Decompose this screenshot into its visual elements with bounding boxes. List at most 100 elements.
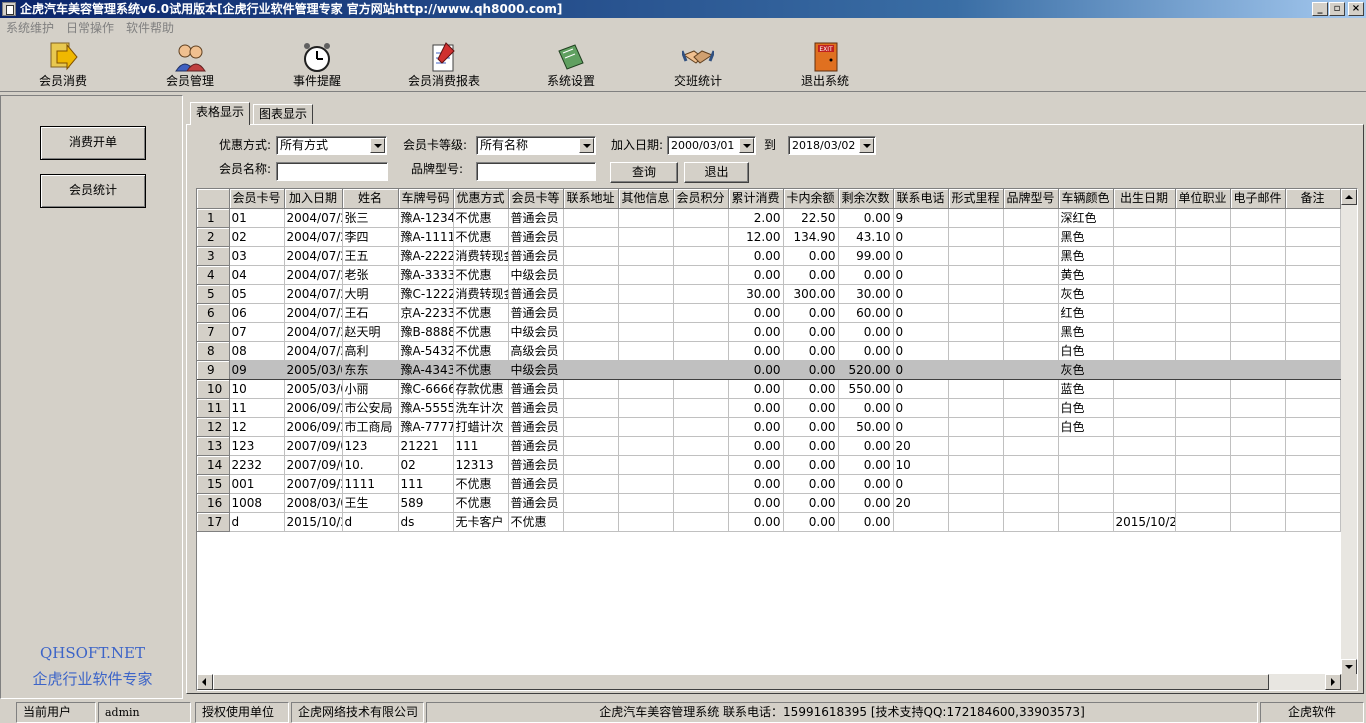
table-cell[interactable] xyxy=(1003,265,1059,285)
toolbar-exit-system-button[interactable]: EXIT 退出系统 xyxy=(770,38,880,92)
table-cell[interactable]: 0.00 xyxy=(728,265,784,285)
table-cell[interactable] xyxy=(1175,493,1231,513)
table-cell[interactable] xyxy=(1230,493,1286,513)
table-cell[interactable] xyxy=(673,208,729,228)
column-header[interactable]: 品牌型号 xyxy=(1003,189,1059,209)
table-cell[interactable] xyxy=(1113,246,1176,266)
table-cell[interactable]: 中级会员 xyxy=(508,322,564,342)
table-cell[interactable] xyxy=(673,284,729,304)
table-cell[interactable]: 豫A-1234 xyxy=(398,208,454,228)
table-cell[interactable]: 普通会员 xyxy=(508,303,564,323)
table-row[interactable]: 7072004/07/21赵天明豫B-8888不优惠中级会员0.000.000.… xyxy=(197,322,1341,342)
table-row[interactable]: 2022004/07/20李四豫A-1111不优惠普通会员 12.00134.90… xyxy=(197,227,1341,247)
table-cell[interactable] xyxy=(673,493,729,513)
table-cell[interactable]: 0.00 xyxy=(838,512,894,532)
date-from-picker[interactable]: 2000/03/01 xyxy=(667,136,756,155)
table-cell[interactable]: 0.00 xyxy=(728,341,784,361)
table-cell[interactable] xyxy=(1285,322,1341,342)
table-cell[interactable] xyxy=(1113,208,1176,228)
table-cell[interactable]: 0 xyxy=(893,246,949,266)
table-row[interactable]: 3032004/07/20王五豫A-2222消费转现金普通会员0.000.009… xyxy=(197,246,1341,266)
table-cell[interactable]: 老张 xyxy=(342,265,399,285)
table-cell[interactable]: 2004/07/20 xyxy=(284,208,343,228)
table-cell[interactable]: 豫A-3333 xyxy=(398,265,454,285)
table-cell[interactable] xyxy=(563,227,619,247)
table-cell[interactable]: 李四 xyxy=(342,227,399,247)
table-cell[interactable] xyxy=(673,265,729,285)
table-cell[interactable]: 张三 xyxy=(342,208,399,228)
column-header[interactable]: 备注 xyxy=(1285,189,1341,209)
table-cell[interactable] xyxy=(673,341,729,361)
table-cell[interactable]: 豫A-5432 xyxy=(398,341,454,361)
table-cell[interactable]: 小丽 xyxy=(342,379,399,399)
table-cell[interactable]: 不优惠 xyxy=(453,493,509,513)
column-header[interactable]: 累计消费 xyxy=(728,189,784,209)
table-cell[interactable] xyxy=(1230,208,1286,228)
table-cell[interactable] xyxy=(1285,379,1341,399)
table-cell[interactable]: 12 xyxy=(229,417,285,437)
table-cell[interactable]: 0.00 xyxy=(783,417,839,437)
row-header[interactable]: 14 xyxy=(197,455,230,475)
table-cell[interactable] xyxy=(563,379,619,399)
table-cell[interactable]: 蓝色 xyxy=(1058,379,1114,399)
chevron-down-icon[interactable] xyxy=(370,138,385,153)
table-cell[interactable] xyxy=(1113,303,1176,323)
table-cell[interactable] xyxy=(1230,417,1286,437)
table-cell[interactable] xyxy=(948,227,1004,247)
table-cell[interactable]: 12313 xyxy=(453,455,509,475)
table-cell[interactable]: 0.00 xyxy=(728,246,784,266)
table-cell[interactable] xyxy=(1230,284,1286,304)
table-cell[interactable]: 0.00 xyxy=(728,436,784,456)
table-cell[interactable]: 市工商局 xyxy=(342,417,399,437)
column-header[interactable]: 联系地址 xyxy=(563,189,619,209)
table-cell[interactable]: 0.00 xyxy=(728,398,784,418)
vertical-scrollbar[interactable] xyxy=(1341,189,1357,675)
table-cell[interactable] xyxy=(563,474,619,494)
table-cell[interactable]: 03 xyxy=(229,246,285,266)
table-cell[interactable] xyxy=(1003,436,1059,456)
table-cell[interactable]: 普通会员 xyxy=(508,455,564,475)
table-cell[interactable]: 2007/09/01 xyxy=(284,455,343,475)
table-cell[interactable] xyxy=(563,455,619,475)
table-cell[interactable]: 05 xyxy=(229,284,285,304)
table-cell[interactable] xyxy=(1113,474,1176,494)
table-cell[interactable]: 2007/09/20 xyxy=(284,474,343,494)
discount-select[interactable]: 所有方式 xyxy=(276,136,387,155)
table-cell[interactable]: 豫A-4343 xyxy=(398,359,454,380)
table-cell[interactable] xyxy=(618,227,674,247)
chevron-down-icon[interactable] xyxy=(739,138,754,153)
table-cell[interactable]: 0 xyxy=(893,265,949,285)
table-cell[interactable]: 50.00 xyxy=(838,417,894,437)
table-cell[interactable]: 550.00 xyxy=(838,379,894,399)
table-cell[interactable]: 普通会员 xyxy=(508,493,564,513)
table-cell[interactable]: 不优惠 xyxy=(453,208,509,228)
table-cell[interactable]: 消费转现金 xyxy=(453,246,509,266)
table-cell[interactable]: 08 xyxy=(229,341,285,361)
table-cell[interactable]: 2015/10/25 xyxy=(1113,512,1176,532)
table-cell[interactable]: 0.00 xyxy=(783,474,839,494)
table-cell[interactable]: 0.00 xyxy=(838,455,894,475)
table-cell[interactable] xyxy=(1175,246,1231,266)
table-cell[interactable]: 黑色 xyxy=(1058,227,1114,247)
table-cell[interactable] xyxy=(563,417,619,437)
table-cell[interactable] xyxy=(1175,455,1231,475)
table-cell[interactable] xyxy=(618,455,674,475)
table-cell[interactable]: 2004/07/21 xyxy=(284,303,343,323)
table-cell[interactable]: 0 xyxy=(893,341,949,361)
table-cell[interactable]: 21221 xyxy=(398,436,454,456)
table-cell[interactable]: 0.00 xyxy=(728,379,784,399)
table-cell[interactable] xyxy=(618,322,674,342)
table-cell[interactable] xyxy=(948,322,1004,342)
table-cell[interactable] xyxy=(618,246,674,266)
table-cell[interactable]: 豫A-5555 xyxy=(398,398,454,418)
table-cell[interactable] xyxy=(948,455,1004,475)
table-cell[interactable] xyxy=(563,493,619,513)
table-cell[interactable]: 11 xyxy=(229,398,285,418)
table-cell[interactable] xyxy=(673,359,729,380)
table-cell[interactable] xyxy=(1230,474,1286,494)
table-cell[interactable] xyxy=(1003,512,1059,532)
table-cell[interactable]: 1008 xyxy=(229,493,285,513)
toolbar-member-consume-button[interactable]: 会员消费 xyxy=(8,38,118,92)
table-cell[interactable]: 01 xyxy=(229,208,285,228)
table-cell[interactable]: 王石 xyxy=(342,303,399,323)
